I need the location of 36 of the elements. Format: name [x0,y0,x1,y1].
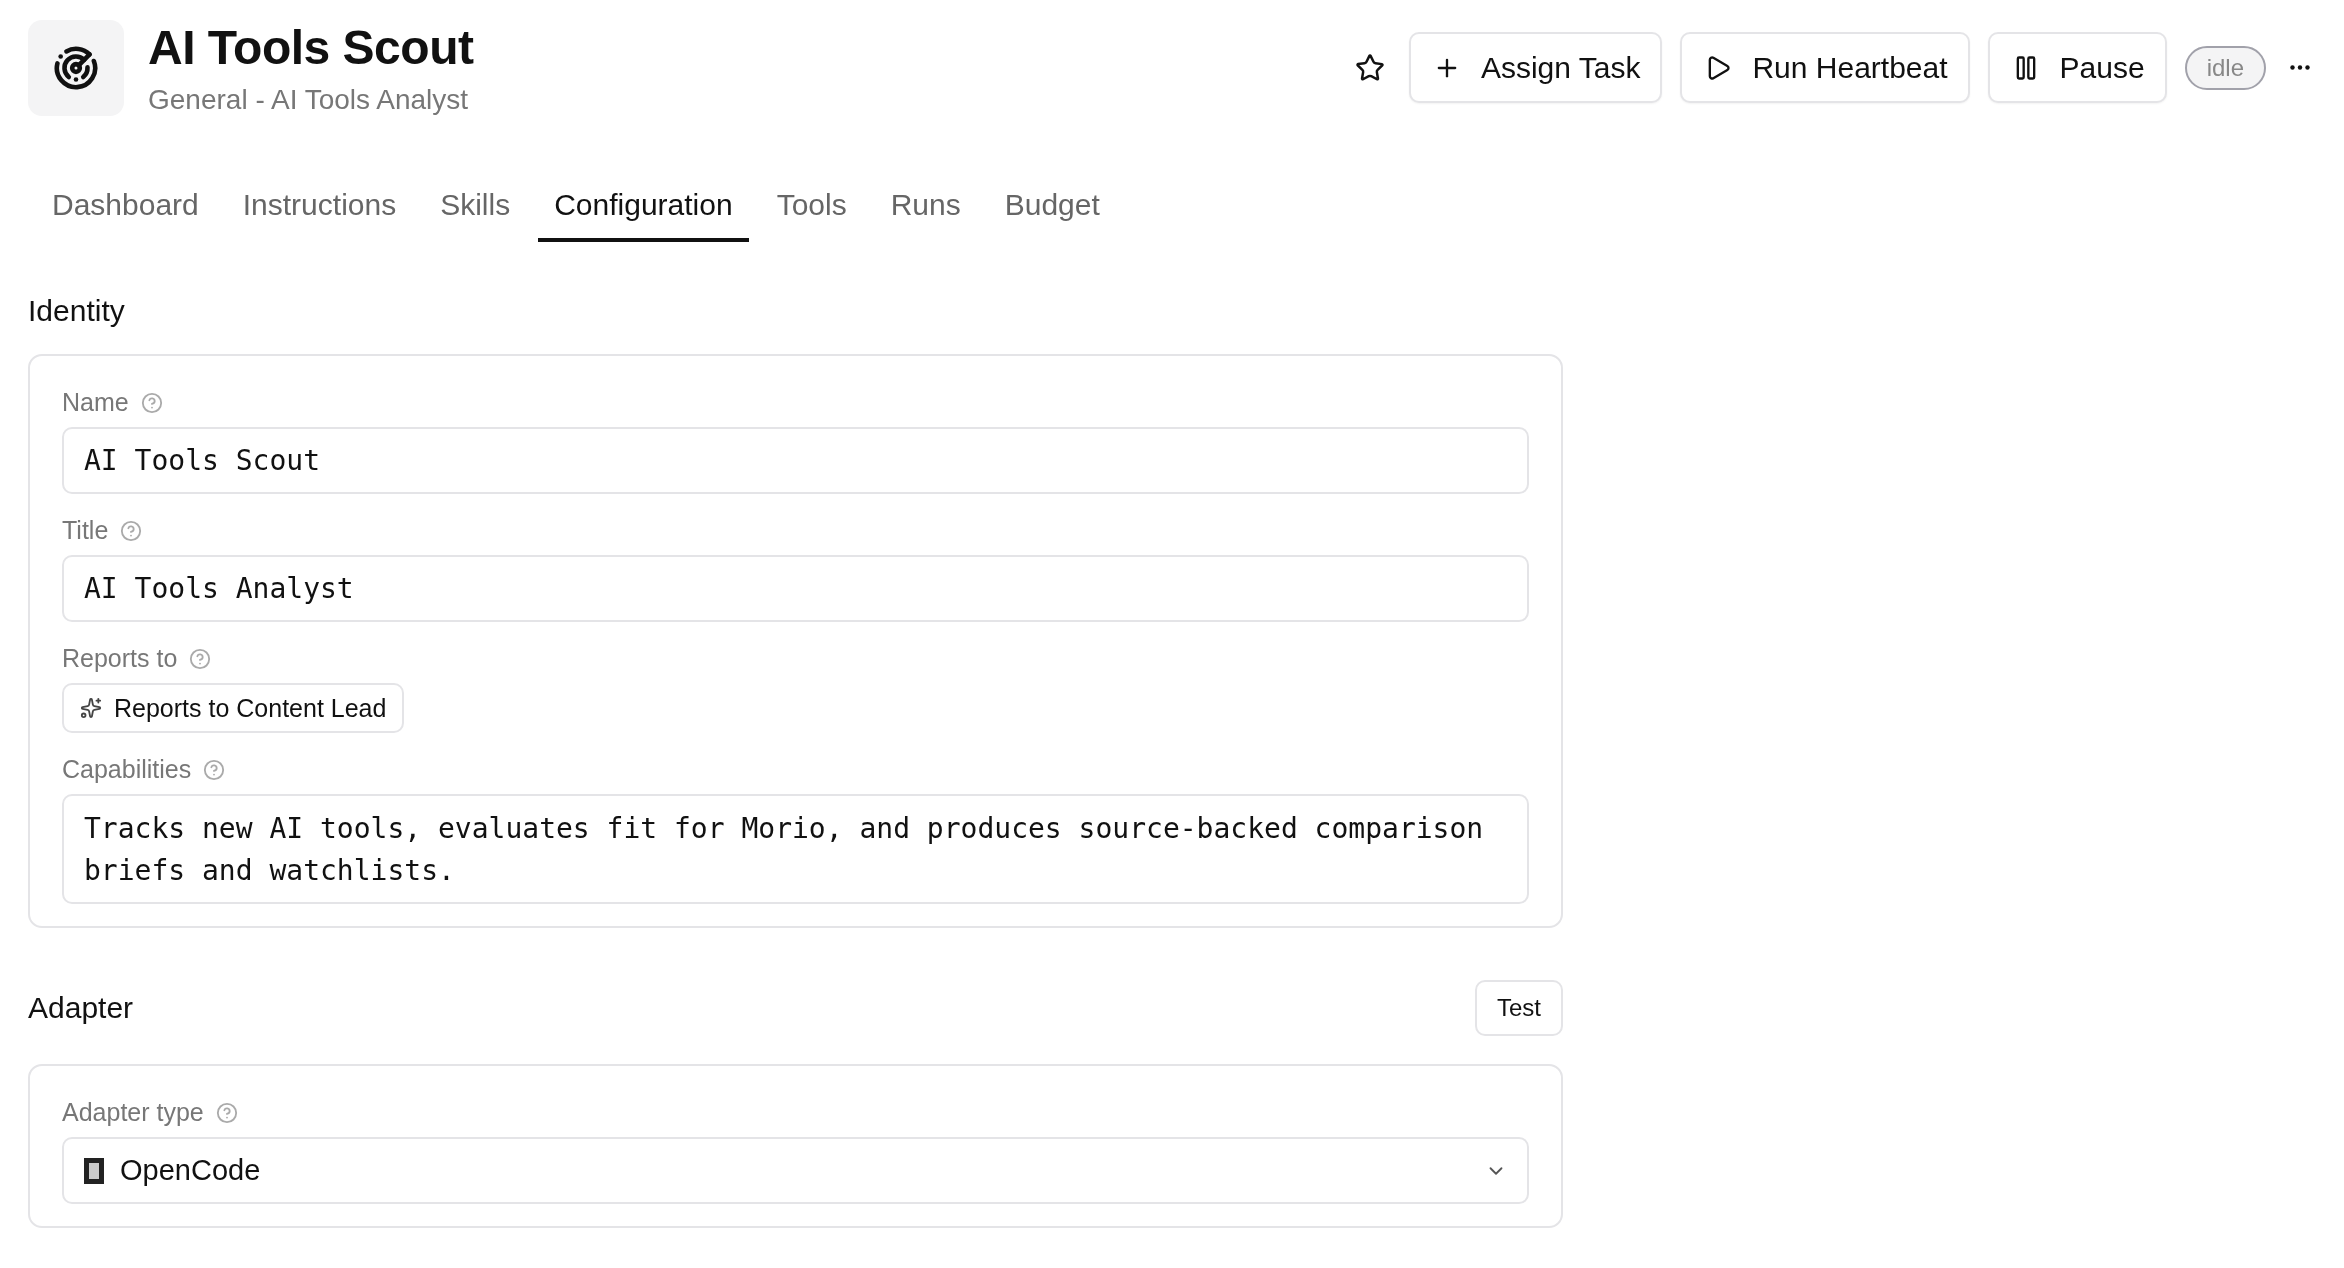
terminal-icon [84,1157,104,1184]
help-icon[interactable] [189,647,212,670]
capabilities-field[interactable]: Tracks new AI tools, evaluates fit for Morio, and produces source-backed comparison briefs and watchlists. [62,794,1529,904]
status-badge: idle [2184,45,2266,90]
action-button[interactable]: Run Heartbeat [1680,32,1970,103]
help-icon[interactable] [203,758,226,781]
tab[interactable]: Runs [874,180,977,242]
action-button[interactable]: Assign Task [1408,32,1663,103]
agent-subtitle: General - AI Tools Analyst [148,84,470,116]
section-heading: Adapter [28,991,134,1025]
text-field[interactable]: AI Tools Analyst [62,555,1529,622]
more-icon [2290,65,2310,70]
test-button[interactable]: Test [1475,980,1563,1036]
reports-to-button[interactable]: Reports to Content Lead [62,683,405,733]
help-icon[interactable] [140,391,163,414]
tab[interactable]: Instructions [226,180,413,242]
help-icon[interactable] [215,1101,238,1124]
help-icon[interactable] [120,519,143,542]
field-label: Name [62,388,129,417]
action-button[interactable]: Pause [1987,32,2167,103]
tab[interactable]: Dashboard [36,180,215,242]
field-label: Adapter type [62,1098,204,1127]
star-icon [1354,52,1385,83]
tab[interactable]: Budget [988,180,1116,242]
agent-title: AI Tools Scout [148,20,474,76]
adapter-select[interactable]: OpenCode [62,1137,1529,1204]
tab[interactable]: Configuration [538,180,749,242]
tab[interactable]: Skills [424,180,527,242]
field-label: Title [62,516,109,545]
field-label: Capabilities [62,755,192,784]
text-field[interactable]: AI Tools Scout [62,427,1529,494]
section-heading: Identity [28,294,125,328]
sparkle-icon [80,697,102,719]
tab[interactable]: Tools [760,180,863,242]
field-label: Reports to [62,644,178,673]
radar-icon [53,45,99,91]
